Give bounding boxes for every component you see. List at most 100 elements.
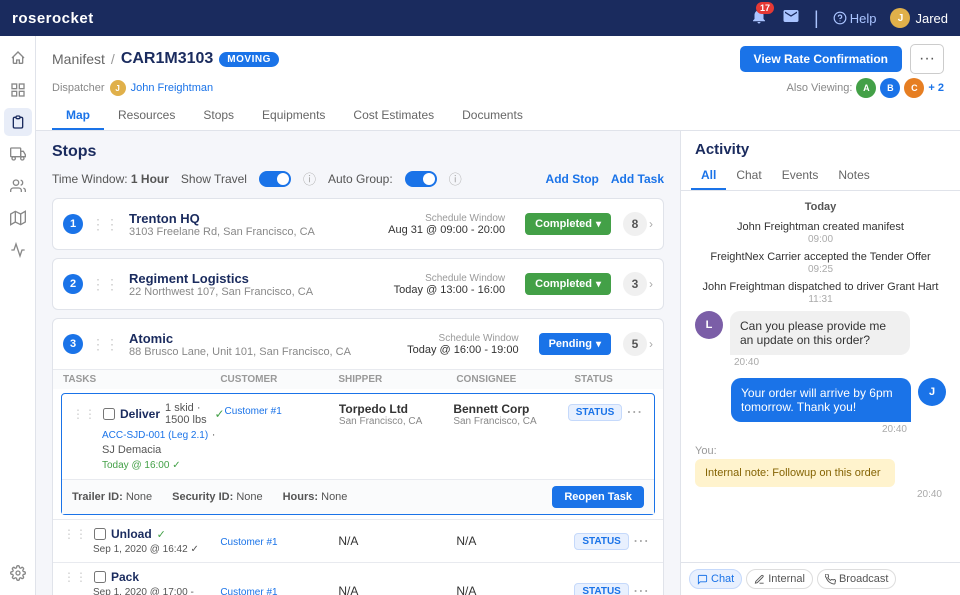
- internal-note-section: You: Internal note: Followup on this ord…: [695, 445, 946, 500]
- stop-name-3: Atomic: [129, 331, 399, 346]
- breadcrumb-parent[interactable]: Manifest: [52, 51, 105, 67]
- dispatcher-name[interactable]: John Freightman: [131, 82, 214, 94]
- view-rate-confirmation-button[interactable]: View Rate Confirmation: [740, 46, 902, 72]
- pack-consignee: N/A: [456, 584, 574, 595]
- stop-item-3: 3 ⋮⋮ Atomic 88 Brusco Lane, Unit 101, Sa…: [52, 318, 664, 595]
- stop-drag-3[interactable]: ⋮⋮: [91, 336, 119, 353]
- show-travel-info-icon[interactable]: ⓘ: [303, 169, 316, 188]
- stop-status-btn-2[interactable]: Completed ▾: [525, 273, 611, 295]
- add-stop-button[interactable]: Add Stop: [546, 172, 599, 186]
- unload-more-icon[interactable]: ⋯: [633, 531, 649, 551]
- stop-name-1: Trenton HQ: [129, 211, 380, 226]
- auto-group-label: Auto Group:: [328, 172, 393, 186]
- pack-customer: Customer #1: [220, 584, 338, 595]
- tab-map[interactable]: Map: [52, 102, 104, 130]
- toolbar-right: Add Stop Add Task: [546, 172, 664, 186]
- chat-bubble-sent: Your order will arrive by 6pm tomorrow. …: [731, 378, 911, 422]
- status-badge-moving: MOVING: [219, 52, 279, 67]
- pack-drag[interactable]: ⋮⋮: [63, 570, 87, 584]
- internal-note: Internal note: Followup on this order: [695, 459, 895, 487]
- activity-panel: Activity All Chat Events Notes Today Joh…: [680, 131, 960, 595]
- sidebar-icon-grid[interactable]: [4, 76, 32, 104]
- activity-tab-notes[interactable]: Notes: [828, 164, 879, 190]
- stop-status-btn-1[interactable]: Completed ▾: [525, 213, 611, 235]
- activity-tab-chat[interactable]: Chat: [726, 164, 771, 190]
- stop-expand-icon-3[interactable]: ›: [649, 337, 653, 351]
- pack-status-tag[interactable]: STATUS: [574, 583, 629, 595]
- stop-header-1: 1 ⋮⋮ Trenton HQ 3103 Freelane Rd, San Fr…: [53, 199, 663, 249]
- col-consignee: Consignee: [456, 374, 574, 385]
- sidebar-icon-truck[interactable]: [4, 140, 32, 168]
- stop-expand-icon-2[interactable]: ›: [649, 277, 653, 291]
- breadcrumb-current: CAR1M3103: [121, 50, 213, 68]
- unload-status-tag[interactable]: STATUS: [574, 533, 629, 550]
- viewer-avatar-2: B: [880, 78, 900, 98]
- task-cell-shipper: Torpedo Ltd San Francisco, CA: [339, 402, 453, 427]
- stop-status-btn-3[interactable]: Pending ▾: [539, 333, 611, 355]
- stop-drag-2[interactable]: ⋮⋮: [91, 276, 119, 293]
- trailer-label: Trailer ID: None: [72, 491, 152, 503]
- stop-num-1: 1: [63, 214, 83, 234]
- tab-documents[interactable]: Documents: [448, 102, 537, 130]
- notifications-icon[interactable]: 17: [750, 7, 768, 30]
- help-button[interactable]: Help: [833, 11, 877, 26]
- stops-toolbar: Time Window: 1 Hour Show Travel ⓘ Auto G…: [52, 169, 664, 188]
- sidebar-icon-settings[interactable]: [4, 559, 32, 587]
- add-task-button[interactable]: Add Task: [611, 172, 664, 186]
- tab-stops[interactable]: Stops: [189, 102, 248, 130]
- sidebar-icon-home[interactable]: [4, 44, 32, 72]
- tab-resources[interactable]: Resources: [104, 102, 189, 130]
- activity-tab-events[interactable]: Events: [772, 164, 829, 190]
- content-split: Stops Time Window: 1 Hour Show Travel ⓘ …: [36, 131, 960, 595]
- stop-expand-icon-1[interactable]: ›: [649, 217, 653, 231]
- show-travel-toggle[interactable]: [259, 171, 291, 187]
- sidebar-icon-map[interactable]: [4, 204, 32, 232]
- pack-checkbox[interactable]: [94, 571, 106, 583]
- reopen-task-button[interactable]: Reopen Task: [552, 486, 644, 508]
- task-more-icon[interactable]: ⋯: [626, 402, 642, 422]
- tab-equipments[interactable]: Equipments: [248, 102, 339, 130]
- broadcast-tab-button[interactable]: Broadcast: [817, 569, 897, 589]
- unload-status: STATUS ⋯: [574, 531, 653, 551]
- pack-more-icon[interactable]: ⋯: [633, 581, 649, 595]
- dispatcher-row: Dispatcher J John Freightman Also Viewin…: [52, 78, 944, 98]
- unload-checkbox[interactable]: [94, 528, 106, 540]
- internal-tab-button[interactable]: Internal: [746, 569, 813, 589]
- user-menu[interactable]: J Jared: [890, 8, 948, 28]
- task-checkbox[interactable]: [103, 408, 115, 420]
- task-cell-status: STATUS ⋯: [568, 402, 644, 422]
- also-viewing: Also Viewing: A B C + 2: [787, 78, 944, 98]
- unload-drag[interactable]: ⋮⋮: [63, 527, 87, 541]
- unload-verified-icon: ✓: [157, 528, 166, 541]
- auto-group-info-icon[interactable]: ⓘ: [449, 169, 462, 188]
- task-row-deliver: ⋮⋮ Deliver 1 skid · 1500 lbs ✓ ACC-SJD-0…: [61, 393, 655, 515]
- stop-schedule-2: Schedule Window Today @ 13:00 - 16:00: [394, 273, 505, 296]
- sidebar-icon-analytics[interactable]: [4, 236, 32, 264]
- pack-status: STATUS ⋯: [574, 581, 653, 595]
- sidebar-icon-person[interactable]: [4, 172, 32, 200]
- activity-tab-all[interactable]: All: [691, 164, 726, 190]
- unload-customer: Customer #1: [220, 534, 338, 548]
- task-status-tag[interactable]: STATUS: [568, 404, 623, 421]
- more-options-button[interactable]: ···: [910, 44, 944, 74]
- auto-group-toggle[interactable]: [405, 171, 437, 187]
- col-customer: Customer: [220, 374, 338, 385]
- stop-count-1: 8: [623, 212, 647, 236]
- chat-bubble-received-wrapper: Can you please provide me an update on t…: [730, 311, 910, 368]
- stop-count-group-3: 5 ›: [619, 332, 653, 356]
- unload-consignee: N/A: [456, 534, 574, 548]
- sidebar-icon-list[interactable]: [4, 108, 32, 136]
- chat-tab-button[interactable]: Chat: [689, 569, 742, 589]
- activity-entry-2: John Freightman dispatched to driver Gra…: [695, 281, 946, 305]
- col-shipper: Shipper: [338, 374, 456, 385]
- stop-info-1: Trenton HQ 3103 Freelane Rd, San Francis…: [129, 211, 380, 238]
- bell-icon[interactable]: [782, 7, 800, 30]
- task-footer: Trailer ID: None Security ID: None Hours…: [62, 479, 654, 514]
- stop-drag-1[interactable]: ⋮⋮: [91, 216, 119, 233]
- task-table-header: Tasks Customer Shipper Consignee Status: [53, 369, 663, 389]
- mini-task-info-unload: ⋮⋮ Unload ✓ Sep 1, 2020 @ 16:42 ✓: [63, 527, 220, 555]
- stops-panel: Stops Time Window: 1 Hour Show Travel ⓘ …: [36, 131, 680, 595]
- task-drag-icon[interactable]: ⋮⋮: [72, 407, 96, 421]
- tab-cost-estimates[interactable]: Cost Estimates: [339, 102, 448, 130]
- mini-task-pack: ⋮⋮ Pack Sep 1, 2020 @ 17:00 - 17:30 Cust…: [53, 562, 663, 595]
